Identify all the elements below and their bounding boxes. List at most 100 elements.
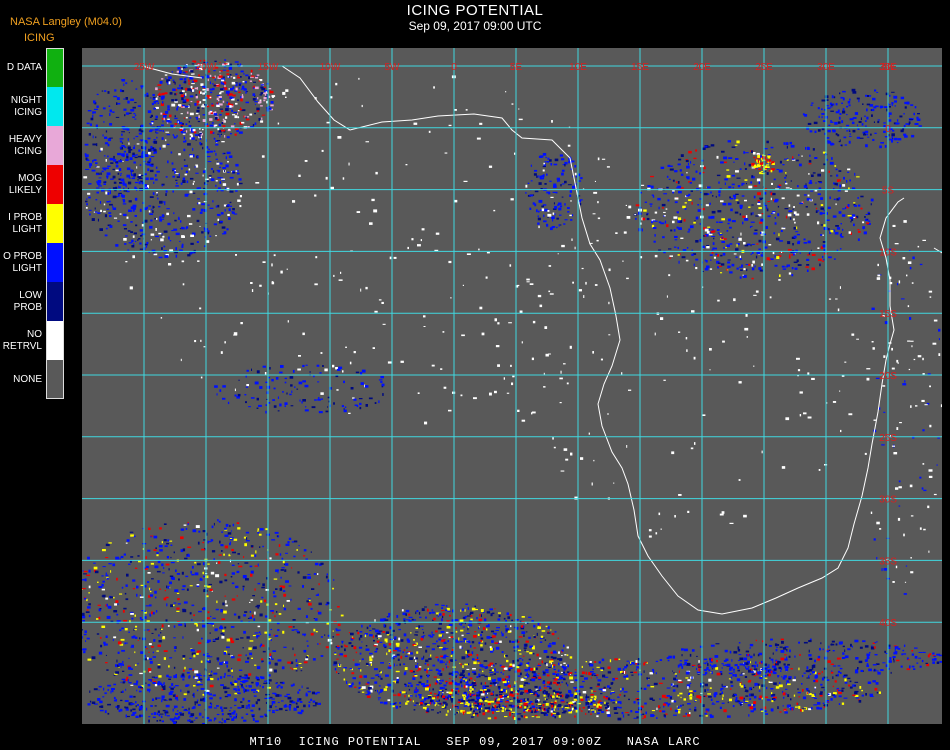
- icing-pixel: [210, 571, 215, 575]
- icing-pixel: [660, 528, 662, 530]
- icing-pixel: [478, 641, 481, 645]
- icing-pixel: [113, 610, 118, 613]
- icing-pixel: [788, 256, 791, 259]
- icing-pixel: [251, 689, 253, 692]
- icing-pixel: [706, 710, 708, 713]
- icing-pixel: [232, 523, 235, 527]
- icing-pixel: [560, 370, 562, 374]
- icing-pixel: [170, 151, 173, 154]
- icing-pixel: [506, 659, 509, 663]
- icing-pixel: [913, 358, 916, 361]
- icing-pixel: [756, 167, 758, 170]
- icing-pixel: [85, 611, 90, 613]
- icing-pixel: [120, 173, 122, 175]
- icing-pixel: [760, 218, 764, 222]
- icing-pixel: [298, 545, 300, 547]
- icing-pixel: [92, 135, 94, 139]
- icing-pixel: [125, 158, 129, 161]
- icing-pixel: [932, 342, 937, 345]
- icing-pixel: [250, 72, 252, 75]
- icing-pixel: [106, 176, 108, 179]
- icing-pixel: [817, 221, 820, 225]
- icing-pixel: [699, 198, 702, 200]
- icing-pixel: [156, 554, 159, 557]
- icing-pixel: [227, 94, 229, 96]
- icing-pixel: [460, 663, 462, 666]
- icing-pixel: [674, 201, 678, 204]
- icing-pixel: [198, 202, 201, 205]
- icing-pixel: [130, 556, 134, 558]
- icing-pixel: [378, 630, 383, 632]
- icing-pixel: [810, 199, 812, 201]
- icing-pixel: [839, 286, 841, 289]
- icing-pixel: [409, 698, 412, 701]
- icing-pixel: [782, 164, 785, 166]
- icing-pixel: [830, 175, 833, 177]
- icing-pixel: [119, 138, 124, 140]
- icing-pixel: [412, 700, 414, 703]
- icing-pixel: [883, 355, 886, 358]
- icing-pixel: [338, 654, 340, 657]
- icing-pixel: [834, 165, 837, 167]
- icing-pixel: [220, 544, 224, 547]
- icing-pixel: [695, 216, 699, 220]
- icing-pixel: [539, 304, 543, 308]
- icing-pixel: [716, 155, 719, 159]
- icing-pixel: [122, 183, 127, 186]
- icing-pixel: [459, 645, 462, 649]
- icing-pixel: [221, 110, 224, 112]
- icing-pixel: [538, 182, 542, 185]
- icing-pixel: [537, 215, 539, 218]
- icing-pixel: [253, 646, 257, 650]
- icing-pixel: [144, 154, 149, 157]
- icing-pixel: [326, 573, 328, 576]
- icing-pixel: [177, 121, 179, 123]
- icing-pixel: [134, 156, 138, 159]
- icing-pixel: [364, 634, 367, 638]
- icing-pixel: [174, 219, 177, 222]
- icing-pixel: [159, 628, 161, 630]
- icing-pixel: [246, 384, 249, 387]
- icing-pixel: [244, 81, 247, 84]
- icing-pixel: [773, 178, 776, 181]
- icing-pixel: [449, 678, 451, 680]
- icing-pixel: [184, 622, 186, 626]
- icing-pixel: [694, 442, 696, 445]
- icing-pixel: [683, 218, 686, 222]
- icing-pixel: [415, 631, 419, 633]
- icing-pixel: [83, 176, 88, 179]
- icing-pixel: [192, 73, 195, 75]
- icing-pixel: [230, 530, 232, 532]
- icing-pixel: [835, 298, 838, 300]
- icing-pixel: [337, 606, 340, 608]
- icing-pixel: [396, 678, 400, 682]
- icing-pixel: [720, 254, 723, 257]
- legend-label-line2: LIKELY: [8, 184, 42, 196]
- icing-pixel: [460, 609, 462, 612]
- icing-pixel: [476, 654, 479, 657]
- icing-pixel: [226, 136, 230, 139]
- icing-pixel: [104, 214, 108, 218]
- icing-pixel: [729, 271, 733, 274]
- icing-pixel: [113, 158, 117, 162]
- icing-pixel: [727, 265, 731, 268]
- icing-pixel: [694, 220, 696, 222]
- icing-pixel: [134, 629, 137, 631]
- icing-pixel: [829, 196, 831, 200]
- icing-pixel: [110, 162, 114, 164]
- icing-pixel: [758, 181, 760, 185]
- icing-pixel: [121, 90, 125, 93]
- icing-pixel: [874, 89, 877, 92]
- icing-pixel: [858, 700, 862, 703]
- icing-pixel: [332, 364, 335, 368]
- icing-pixel: [130, 172, 132, 175]
- icing-pixel: [243, 73, 245, 75]
- icing-pixel: [743, 268, 746, 271]
- icing-pixel: [824, 95, 829, 99]
- icing-pixel: [785, 182, 788, 185]
- icing-pixel: [727, 202, 732, 206]
- icing-pixel: [918, 125, 922, 127]
- icing-pixel: [421, 637, 423, 641]
- icing-pixel: [228, 208, 231, 212]
- icing-pixel: [548, 353, 551, 355]
